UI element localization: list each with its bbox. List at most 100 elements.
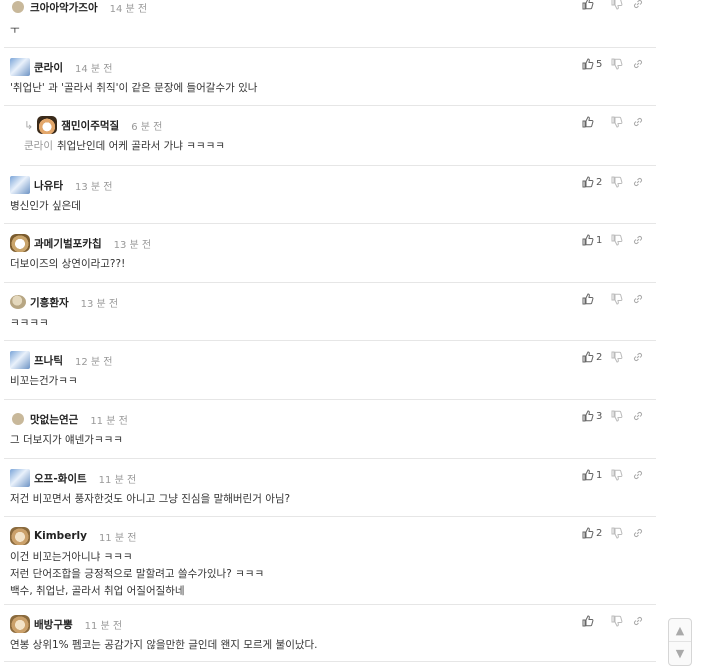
comment-author[interactable]: 크아아악가즈아	[30, 0, 98, 15]
like-button[interactable]: 2	[582, 351, 604, 363]
comment-author[interactable]: 과메기벌포카칩	[34, 236, 102, 251]
dislike-button[interactable]	[604, 615, 630, 627]
comment-body: 저건 비꼬면서 풍자한것도 아니고 그냥 진심을 말해버린거 아님?	[10, 493, 291, 505]
dislike-button[interactable]	[604, 293, 630, 305]
like-button[interactable]	[582, 116, 604, 128]
share-link-button[interactable]	[630, 293, 644, 305]
comment-body: ㅋㅋㅋㅋ	[10, 317, 49, 329]
like-count: 1	[596, 234, 603, 246]
comment-body: 연봉 상위1% 펨코는 공감가지 않을만한 글인데 왠지 모르게 불이났다.	[10, 639, 318, 651]
like-button[interactable]: 5	[582, 58, 604, 70]
comment: 프나틱 12 분 전 비꼬는건가ㅋㅋ 2	[0, 345, 656, 402]
share-link-button[interactable]	[630, 116, 644, 128]
share-link-button[interactable]	[630, 0, 644, 10]
comment-author[interactable]: 나유타	[34, 178, 63, 193]
comment: Kimberly 11 분 전 이건 비꼬는거아니냐 ㅋㅋㅋ 저런 단어조합을 긍정적…	[0, 521, 656, 607]
comment-actions: 1	[582, 467, 644, 483]
avatar[interactable]	[10, 527, 30, 545]
avatar[interactable]	[10, 58, 30, 76]
comment-author[interactable]: 오프-화이트	[34, 471, 87, 486]
scroll-up-button[interactable]: ▲	[669, 619, 691, 641]
comment-author[interactable]: 기흥환자	[30, 295, 69, 310]
comment-header: 나유타 13 분 전	[10, 176, 112, 194]
thumbs-up-icon	[582, 410, 594, 422]
dislike-button[interactable]	[604, 58, 630, 70]
like-button[interactable]: 2	[582, 176, 604, 188]
share-link-button[interactable]	[630, 234, 644, 246]
like-button[interactable]: 1	[582, 234, 604, 246]
comment-author[interactable]: 배방구뽕	[34, 617, 73, 632]
avatar[interactable]	[37, 116, 58, 134]
like-count: 2	[596, 176, 603, 188]
avatar[interactable]	[10, 615, 30, 633]
thumbs-down-icon	[611, 615, 623, 627]
like-count: 3	[596, 410, 603, 422]
share-link-button[interactable]	[630, 615, 644, 627]
reply-arrow-icon: ↳	[24, 118, 34, 132]
mention-link[interactable]: 쿤라이	[24, 140, 53, 152]
comment-body: 백수, 취업난, 골라서 취업 어질어질하네	[10, 585, 185, 597]
comment: 기흥환자 13 분 전 ㅋㅋㅋㅋ	[0, 287, 656, 343]
comment-time: 13 분 전	[80, 298, 119, 310]
comment-header: 과메기벌포카칩 13 분 전	[10, 234, 151, 252]
dislike-button[interactable]	[604, 410, 630, 422]
thumbs-up-icon	[582, 0, 594, 10]
share-link-button[interactable]	[630, 58, 644, 70]
reply-comment: ↳ 잼민이주먹질 6 분 전 쿤라이 취업난인데 어케 골라서 가냐 ㅋㅋㅋㅋ	[0, 110, 656, 168]
like-button[interactable]	[582, 615, 604, 627]
link-icon	[632, 615, 644, 627]
like-button[interactable]: 1	[582, 469, 604, 481]
avatar[interactable]	[10, 469, 30, 487]
link-icon	[632, 58, 644, 70]
comment-time: 6 분 전	[131, 121, 163, 133]
comment-body: 병신인가 싶은데	[10, 200, 81, 212]
comment-header: 맛없는연근 11 분 전	[10, 410, 128, 428]
thumbs-up-icon	[582, 58, 594, 70]
link-icon	[632, 176, 644, 188]
like-button[interactable]: 3	[582, 410, 604, 422]
avatar[interactable]	[10, 234, 30, 252]
like-count: 2	[596, 527, 603, 539]
comment-author[interactable]: 프나틱	[34, 353, 63, 368]
dislike-button[interactable]	[604, 351, 630, 363]
share-link-button[interactable]	[630, 410, 644, 422]
comment-actions: 2	[582, 349, 644, 365]
thumbs-up-icon	[582, 176, 594, 188]
like-button[interactable]	[582, 293, 604, 305]
share-link-button[interactable]	[630, 527, 644, 539]
comment-body: 이건 비꼬는거아니냐 ㅋㅋㅋ	[10, 551, 133, 563]
divider	[4, 105, 656, 106]
like-count: 2	[596, 351, 603, 363]
like-button[interactable]: 2	[582, 527, 604, 539]
scroll-down-button[interactable]: ▼	[669, 641, 691, 664]
comment-time: 14 분 전	[109, 3, 148, 15]
dislike-button[interactable]	[604, 176, 630, 188]
avatar[interactable]	[10, 176, 30, 194]
like-button[interactable]	[582, 0, 604, 10]
link-icon	[632, 351, 644, 363]
comment-author[interactable]: Kimberly	[34, 530, 87, 542]
dislike-button[interactable]	[604, 527, 630, 539]
link-icon	[632, 410, 644, 422]
comment-author[interactable]: 잼민이주먹질	[61, 118, 119, 133]
comment-header: Kimberly 11 분 전	[10, 527, 136, 545]
comment-author[interactable]: 쿤라이	[34, 60, 63, 75]
share-link-button[interactable]	[630, 176, 644, 188]
comment-author[interactable]: 맛없는연근	[30, 412, 78, 427]
avatar[interactable]	[12, 413, 24, 425]
comment: 나유타 13 분 전병신인가 싶은데 2	[0, 170, 656, 226]
share-link-button[interactable]	[630, 469, 644, 481]
comment: 배방구뽕 11 분 전 연봉 상위1% 펨코는 공감가지 않을만한 글인데 왠지 모…	[0, 609, 656, 664]
dislike-button[interactable]	[604, 234, 630, 246]
avatar[interactable]	[10, 351, 30, 369]
dislike-button[interactable]	[604, 469, 630, 481]
dislike-button[interactable]	[604, 0, 630, 10]
like-count: 5	[596, 58, 603, 70]
avatar[interactable]	[10, 295, 26, 309]
share-link-button[interactable]	[630, 351, 644, 363]
avatar[interactable]	[12, 1, 24, 13]
thumbs-down-icon	[611, 116, 623, 128]
dislike-button[interactable]	[604, 116, 630, 128]
comment-actions: 5	[582, 56, 644, 72]
divider	[4, 282, 656, 283]
